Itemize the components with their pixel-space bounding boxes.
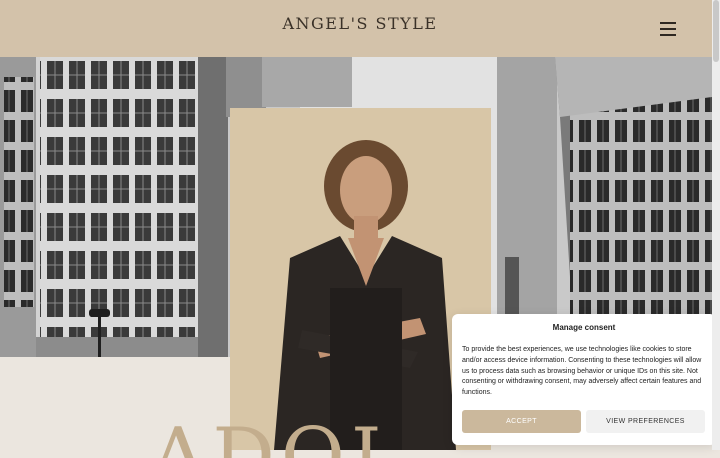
view-preferences-button[interactable]: VIEW PREFERENCES: [586, 410, 705, 433]
cookie-consent-dialog: Manage consent To provide the best exper…: [452, 314, 716, 445]
site-logo[interactable]: ANGEL'S STYLE: [0, 14, 720, 33]
accept-button[interactable]: ACCEPT: [462, 410, 581, 433]
page-scrollbar-track[interactable]: [712, 0, 720, 450]
consent-description: To provide the best experiences, we use …: [462, 346, 702, 397]
consent-title: Manage consent: [552, 323, 616, 332]
hamburger-menu-icon[interactable]: [656, 18, 680, 38]
page-scrollbar-thumb[interactable]: [713, 0, 719, 62]
site-header: ANGEL'S STYLE: [0, 0, 712, 57]
